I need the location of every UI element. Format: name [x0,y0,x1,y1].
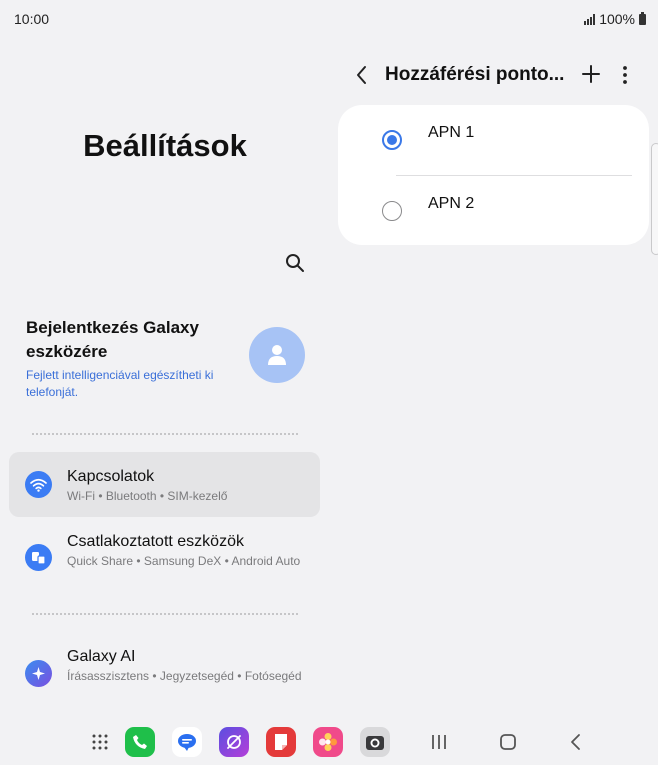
notes-app[interactable] [266,727,296,757]
gallery-app-icon [319,733,337,751]
avatar[interactable] [249,327,305,383]
signal-icon [584,13,596,25]
connected-devices-icon [25,544,52,571]
pane-resize-handle[interactable] [651,143,658,255]
camera-app[interactable] [360,727,390,757]
settings-item-subtitle: Quick Share • Samsung DeX • Android Auto [67,554,301,568]
add-apn-button[interactable] [580,63,602,85]
phone-app-icon [133,735,147,749]
search-button[interactable] [283,251,307,275]
apps-grid-button[interactable] [85,727,115,757]
home-button[interactable] [497,731,519,753]
internet-app-icon [227,735,241,749]
settings-item-galaxy-ai[interactable]: Galaxy AI Írásasszisztens • Jegyzetsegéd… [9,632,320,697]
plus-icon [582,65,600,83]
apn-radio-selected[interactable] [382,130,402,150]
settings-item-subtitle: Wi-Fi • Bluetooth • SIM-kezelő [67,489,228,503]
page-title: Beállítások [83,128,247,163]
status-icons: 100% [584,11,646,27]
status-time: 10:00 [14,11,50,27]
home-icon [500,734,516,750]
apn-label: APN 1 [428,124,475,141]
battery-percent: 100% [599,11,635,27]
chevron-left-icon [357,66,366,84]
settings-item-title: Galaxy AI [67,648,136,665]
section-divider [32,613,298,615]
settings-item-title: Csatlakoztatott eszközök [67,533,244,550]
wifi-icon [25,471,52,498]
messages-app[interactable] [172,727,202,757]
account-sign-in[interactable]: Bejelentkezés Galaxy eszközére Fejlett i… [26,316,236,401]
camera-app-icon [366,736,384,750]
notes-app-icon [275,734,287,750]
apn-label: APN 2 [428,195,475,212]
messages-app-icon [178,734,196,751]
battery-icon [639,11,646,25]
account-subtitle: Fejlett intelligenciával egészítheti ki … [26,368,214,399]
search-icon [286,254,304,272]
settings-item-connected-devices[interactable]: Csatlakoztatott eszközök Quick Share • S… [9,517,320,582]
more-options-button[interactable] [614,63,636,87]
gallery-app[interactable] [313,727,343,757]
internet-app[interactable] [219,727,249,757]
more-vertical-icon [623,66,627,84]
settings-screen: 10:00 100% Beállítások Bejelentkezés Gal… [0,0,658,765]
back-button[interactable] [351,64,373,86]
settings-item-title: Kapcsolatok [67,468,155,485]
apn-list: APN 1 APN 2 [338,105,649,245]
apn-item-1[interactable]: APN 1 [338,105,649,175]
apn-radio-unselected[interactable] [382,201,402,221]
person-icon [268,345,286,365]
galaxy-ai-icon [25,660,52,687]
phone-app[interactable] [125,727,155,757]
apps-grid-icon [92,734,108,750]
section-divider [32,433,298,435]
settings-item-connections[interactable]: Kapcsolatok Wi-Fi • Bluetooth • SIM-keze… [9,452,320,517]
back-arrow-icon [571,734,580,750]
nav-back-button[interactable] [565,731,587,753]
recents-icon [432,735,446,749]
account-title: Bejelentkezés Galaxy eszközére [26,318,199,361]
pane-title: Hozzáférési ponto... [385,64,565,85]
settings-item-subtitle: Írásasszisztens • Jegyzetsegéd • Fotóseg… [67,669,302,683]
recents-button[interactable] [428,731,450,753]
apn-item-2[interactable]: APN 2 [338,175,649,245]
